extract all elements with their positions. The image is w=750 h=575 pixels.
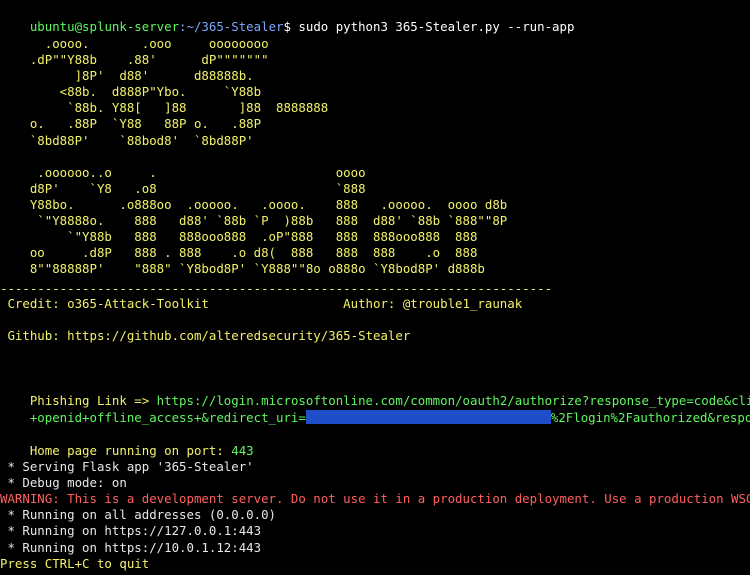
serving-flask-line: * Serving Flask app '365-Stealer' bbox=[0, 459, 254, 474]
ascii-art-line: oo .d8P 888 . 888 .o d8( 888 888 888 .o … bbox=[0, 245, 478, 261]
ascii-art-line: Y88bo. .o888oo .ooooo. .oooo. 888 .ooooo… bbox=[0, 196, 508, 212]
home-page-label: Home page running on port: bbox=[29, 443, 232, 459]
credit-author-line: Credit: o365-Attack-Toolkit Author: @tro… bbox=[0, 296, 523, 311]
ascii-art-line: `"Y8888o. 888 d88' `88b `P )88b 888 d88'… bbox=[0, 213, 508, 229]
prompt-user-host: ubuntu@splunk-server bbox=[29, 19, 180, 35]
prompt-command: sudo python3 365-Stealer.py --run-app bbox=[290, 19, 575, 35]
running-all-addresses-line: * Running on all addresses (0.0.0.0) bbox=[0, 507, 277, 522]
ascii-art-banner: .oooo. .ooo oooooooo .dP""Y88b .88' dP""… bbox=[0, 36, 507, 277]
home-page-port: 443 bbox=[231, 443, 254, 459]
ascii-art-line: o. .88P `Y88 88P o. .88P bbox=[0, 116, 262, 132]
ascii-art-line: `88b. Y88[ ]88 ]88 8888888 bbox=[0, 100, 329, 116]
ascii-art-line: `"Y88b 888 888ooo888 .oP"888 888 888ooo8… bbox=[0, 229, 478, 245]
phishing-url-suffix[interactable]: %2Flogin%2Fauthorized&response_ bbox=[551, 410, 750, 425]
running-localhost-line: * Running on https://127.0.0.1:443 bbox=[0, 523, 262, 538]
ascii-art-line: <88b. d888P"Ybo. `Y88b bbox=[0, 84, 262, 100]
github-line: Github: https://github.com/alteredsecuri… bbox=[0, 328, 411, 343]
ascii-art-line: ]8P' d88' d88888b. bbox=[0, 68, 254, 84]
prompt-symbol: $ bbox=[283, 19, 291, 35]
ascii-art-line: 8""88888P' "888" `Y8bod8P' `Y888""8o o88… bbox=[0, 261, 485, 277]
quit-instruction-line: Press CTRL+C to quit bbox=[0, 556, 150, 571]
banner-divider: ----------------------------------------… bbox=[0, 281, 553, 296]
ascii-art-line: .oooooo..o . oooo bbox=[0, 164, 366, 180]
ascii-art-line: `8bd88P' `88bod8' `8bd88P' bbox=[0, 132, 254, 148]
running-ip-line: * Running on https://10.0.1.12:443 bbox=[0, 540, 262, 555]
debug-mode-line: * Debug mode: on bbox=[0, 475, 127, 490]
ascii-art-line: .dP""Y88b .88' dP""""""" bbox=[0, 52, 269, 68]
ascii-art-line: d8P' `Y8 .o8 `888 bbox=[0, 180, 366, 196]
ascii-art-line: .oooo. .ooo oooooooo bbox=[0, 36, 269, 51]
development-warning-line: WARNING: This is a development server. D… bbox=[0, 491, 750, 506]
terminal-window[interactable]: ubuntu@splunk-server:~/365-Stealer$ sudo… bbox=[0, 0, 750, 575]
phishing-url-prefix[interactable]: +openid+offline_access+&redirect_uri= bbox=[30, 410, 306, 425]
redacted-redirect-uri bbox=[305, 410, 551, 425]
prompt-path: :~/365-Stealer bbox=[179, 19, 284, 35]
